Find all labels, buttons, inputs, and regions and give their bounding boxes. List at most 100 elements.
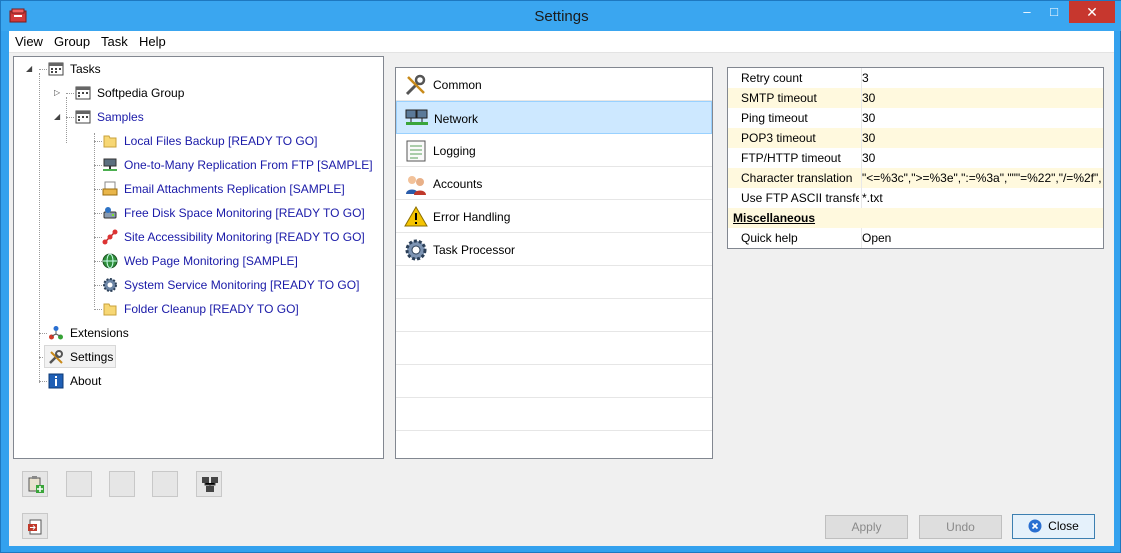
- tree-item-label: About: [70, 374, 102, 388]
- property-name: Retry count: [741, 71, 803, 85]
- expand-arrow-icon[interactable]: ▷: [54, 89, 62, 97]
- client-area: View Group Task Help ◢ Tasks ▷ Softpedia…: [9, 31, 1114, 546]
- property-value[interactable]: *.txt: [861, 188, 1103, 208]
- property-category-label: Miscellaneous: [733, 211, 816, 225]
- folder-icon: [103, 303, 117, 316]
- tree-item-label: Settings: [70, 350, 114, 364]
- folder-icon: [103, 135, 117, 148]
- category-label: Error Handling: [433, 210, 511, 224]
- calendar-icon: [48, 62, 64, 76]
- tree-item-label: Extensions: [70, 326, 129, 340]
- property-value[interactable]: 30: [861, 148, 1103, 168]
- category-error-handling[interactable]: Error Handling: [396, 200, 712, 233]
- collapse-arrow-icon[interactable]: ◢: [26, 65, 34, 73]
- menu-task[interactable]: Task: [101, 34, 128, 49]
- collapse-arrow-icon[interactable]: ◢: [54, 113, 62, 121]
- property-name: POP3 timeout: [741, 131, 816, 145]
- property-grid[interactable]: Retry count 3 SMTP timeout 30 Ping timeo…: [727, 67, 1104, 249]
- property-name: Character translation: [741, 171, 853, 185]
- category-label: Common: [433, 78, 482, 92]
- menu-bar: View Group Task Help: [9, 31, 1114, 53]
- property-row-quick-help[interactable]: Quick help Open: [728, 228, 1103, 248]
- globe-icon: [102, 253, 118, 269]
- category-network[interactable]: Network: [396, 101, 712, 134]
- calendar-icon: [75, 110, 91, 124]
- category-empty-row: [396, 332, 712, 365]
- property-value[interactable]: 3: [861, 68, 1103, 88]
- tools-icon: [49, 350, 63, 364]
- tree-item-label: Local Files Backup [READY TO GO]: [124, 134, 318, 148]
- navigation-tree[interactable]: ◢ Tasks ▷ Softpedia Group ◢ Samples Loca…: [13, 56, 384, 459]
- title-bar[interactable]: Settings – □ ✕: [1, 1, 1121, 31]
- settings-window: Settings – □ ✕ View Group Task Help ◢ Ta…: [0, 0, 1121, 553]
- network-computer-icon: [103, 158, 117, 171]
- menu-group[interactable]: Group: [54, 34, 90, 49]
- category-label: Network: [434, 112, 479, 126]
- property-name: FTP/HTTP timeout: [741, 151, 841, 165]
- property-name: Ping timeout: [741, 111, 808, 125]
- disk-monitor-icon: [103, 207, 117, 219]
- category-empty-row: [396, 398, 712, 431]
- property-name: Use FTP ASCII transfer: [741, 191, 859, 205]
- tools-icon: [405, 74, 426, 96]
- close-button[interactable]: Close: [1012, 514, 1095, 539]
- settings-category-list[interactable]: Common Network Logging Accounts Error Ha…: [395, 67, 713, 459]
- category-label: Task Processor: [433, 243, 516, 257]
- property-row-ping-timeout[interactable]: Ping timeout 30: [728, 108, 1103, 128]
- property-name: Quick help: [741, 231, 798, 245]
- property-value[interactable]: 30: [861, 108, 1103, 128]
- toolbar-button-disabled[interactable]: [109, 471, 135, 497]
- property-row-ftp-ascii-transfer[interactable]: Use FTP ASCII transfer *.txt: [728, 188, 1103, 208]
- category-label: Logging: [433, 144, 476, 158]
- category-task-processor[interactable]: Task Processor: [396, 233, 712, 266]
- tree-item-label: Web Page Monitoring [SAMPLE]: [124, 254, 298, 268]
- group-tasks-button[interactable]: [196, 471, 222, 497]
- property-value[interactable]: Open: [861, 228, 1103, 248]
- calendar-icon: [75, 86, 91, 100]
- category-common[interactable]: Common: [396, 68, 712, 101]
- tree-item-label: Site Accessibility Monitoring [READY TO …: [124, 230, 365, 244]
- category-empty-row: [396, 299, 712, 332]
- tree-item-label: Samples: [97, 110, 144, 124]
- tree-item-label: System Service Monitoring [READY TO GO]: [124, 278, 360, 292]
- property-row-retry-count[interactable]: Retry count 3: [728, 68, 1103, 88]
- log-icon: [406, 140, 426, 162]
- exit-door-icon: [28, 519, 42, 535]
- property-row-character-translation[interactable]: Character translation "<=%3c",">=%3e",":…: [728, 168, 1103, 188]
- window-title: Settings: [534, 8, 589, 25]
- tree-item-label: Folder Cleanup [READY TO GO]: [124, 302, 299, 316]
- menu-view[interactable]: View: [15, 34, 43, 49]
- add-task-button[interactable]: [22, 471, 48, 497]
- info-icon: [48, 373, 64, 389]
- tree-item-label: One-to-Many Replication From FTP [SAMPLE…: [124, 158, 373, 172]
- category-accounts[interactable]: Accounts: [396, 167, 712, 200]
- close-window-button[interactable]: ✕: [1069, 1, 1115, 23]
- property-value[interactable]: 30: [861, 128, 1103, 148]
- tree-item-label: Email Attachments Replication [SAMPLE]: [124, 182, 345, 196]
- undo-button[interactable]: Undo: [919, 515, 1002, 539]
- exit-button[interactable]: [22, 513, 48, 539]
- property-row-pop3-timeout[interactable]: POP3 timeout 30: [728, 128, 1103, 148]
- gear-icon: [405, 239, 427, 261]
- property-row-smtp-timeout[interactable]: SMTP timeout 30: [728, 88, 1103, 108]
- category-label: Accounts: [433, 177, 483, 191]
- maximize-button[interactable]: □: [1041, 1, 1067, 23]
- minimize-button[interactable]: –: [1014, 1, 1040, 23]
- menu-help[interactable]: Help: [139, 34, 166, 49]
- property-value[interactable]: "<=%3c",">=%3e",":=%3a","""=%22","/=%2f"…: [861, 168, 1103, 188]
- site-nodes-icon: [102, 229, 118, 245]
- toolbar-button-disabled[interactable]: [66, 471, 92, 497]
- property-row-ftp-http-timeout[interactable]: FTP/HTTP timeout 30: [728, 148, 1103, 168]
- property-name: SMTP timeout: [741, 91, 817, 105]
- category-logging[interactable]: Logging: [396, 134, 712, 167]
- tree-item-label: Free Disk Space Monitoring [READY TO GO]: [124, 206, 365, 220]
- toolbar-button-disabled[interactable]: [152, 471, 178, 497]
- property-category-miscellaneous[interactable]: Miscellaneous: [728, 208, 1103, 228]
- extensions-icon: [49, 326, 63, 340]
- tree-item-label: Softpedia Group: [97, 86, 185, 100]
- property-value[interactable]: 30: [861, 88, 1103, 108]
- apply-button[interactable]: Apply: [825, 515, 908, 539]
- network-icon: [405, 109, 428, 125]
- mail-tray-icon: [102, 181, 118, 196]
- gear-icon: [103, 278, 117, 292]
